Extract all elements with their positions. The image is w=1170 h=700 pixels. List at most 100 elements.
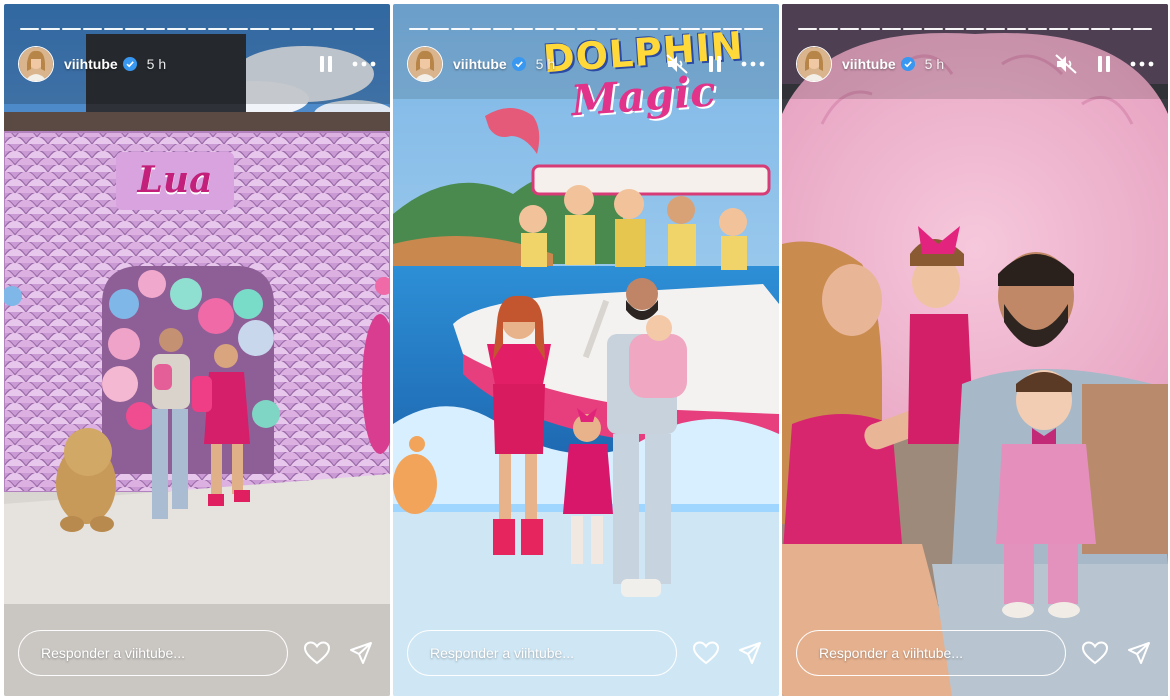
progress-segment <box>1028 28 1048 30</box>
progress-segment <box>471 28 491 30</box>
progress-segment <box>839 28 859 30</box>
avatar[interactable] <box>18 46 54 82</box>
progress-segment <box>944 28 964 30</box>
reply-placeholder: Responder a viihtube... <box>430 645 574 661</box>
verified-icon <box>900 57 915 71</box>
progress-segment <box>492 28 512 30</box>
story-panel-2[interactable]: DOLPHIN Magic viihtube 5 h Responder a v… <box>393 4 779 696</box>
verified-icon <box>511 57 526 71</box>
send-icon[interactable] <box>1124 638 1154 668</box>
avatar[interactable] <box>407 46 443 82</box>
progress-segment <box>576 28 596 30</box>
progress-segment <box>639 28 659 30</box>
progress-segment <box>229 28 249 30</box>
progress-segment <box>61 28 81 30</box>
progress-segment <box>660 28 680 30</box>
progress-segment <box>965 28 985 30</box>
progress-segment <box>555 28 575 30</box>
story-panel-1[interactable]: Lua viihtube 5 h Responder a viihtube... <box>4 4 390 696</box>
story-header: viihtube 5 h <box>796 46 1154 82</box>
heart-icon[interactable] <box>302 638 332 668</box>
progress-segment <box>208 28 228 30</box>
progress-bar <box>20 28 374 30</box>
story-panel-3[interactable]: viihtube 5 h Responder a viihtube... <box>782 4 1168 696</box>
progress-segment <box>82 28 102 30</box>
progress-bar <box>798 28 1152 30</box>
reply-placeholder: Responder a viihtube... <box>819 645 963 661</box>
progress-segment <box>618 28 638 30</box>
mute-icon[interactable] <box>665 52 689 76</box>
progress-segment <box>986 28 1006 30</box>
progress-segment <box>1049 28 1069 30</box>
reply-input[interactable]: Responder a viihtube... <box>796 630 1066 676</box>
story-media-shell-photo <box>782 4 1168 696</box>
progress-segment <box>744 28 763 30</box>
verified-icon <box>122 57 137 71</box>
progress-segment <box>166 28 186 30</box>
progress-segment <box>1091 28 1111 30</box>
progress-segment <box>902 28 922 30</box>
time-ago: 5 h <box>535 56 556 72</box>
progress-segment <box>271 28 291 30</box>
heart-icon[interactable] <box>1080 638 1110 668</box>
progress-segment <box>818 28 838 30</box>
time-ago: 5 h <box>924 56 945 72</box>
reply-input[interactable]: Responder a viihtube... <box>18 630 288 676</box>
progress-segment <box>145 28 165 30</box>
poster-title: DOLPHIN Magic <box>542 23 753 146</box>
more-options-icon[interactable] <box>741 52 765 76</box>
progress-segment <box>334 28 353 30</box>
send-icon[interactable] <box>735 638 765 668</box>
progress-segment <box>103 28 123 30</box>
reply-placeholder: Responder a viihtube... <box>41 645 185 661</box>
story-footer: Responder a viihtube... <box>796 628 1154 678</box>
progress-segment <box>923 28 943 30</box>
heart-icon[interactable] <box>691 638 721 668</box>
avatar[interactable] <box>796 46 832 82</box>
progress-segment <box>124 28 144 30</box>
pause-icon[interactable] <box>703 52 727 76</box>
progress-segment <box>534 28 554 30</box>
progress-segment <box>798 28 817 30</box>
username[interactable]: viihtube <box>64 56 118 72</box>
username[interactable]: viihtube <box>453 56 507 72</box>
progress-segment <box>881 28 901 30</box>
progress-bar <box>409 28 763 30</box>
story-header: viihtube 5 h <box>18 46 376 82</box>
progress-segment <box>681 28 701 30</box>
story-media-birthday-wall <box>4 4 390 696</box>
progress-segment <box>1070 28 1090 30</box>
progress-segment <box>409 28 428 30</box>
story-footer: Responder a viihtube... <box>18 628 376 678</box>
send-icon[interactable] <box>346 638 376 668</box>
progress-segment <box>1112 28 1131 30</box>
time-ago: 5 h <box>146 56 167 72</box>
progress-segment <box>860 28 880 30</box>
progress-segment <box>40 28 60 30</box>
story-header: viihtube 5 h <box>407 46 765 82</box>
progress-segment <box>355 28 374 30</box>
pause-icon[interactable] <box>314 52 338 76</box>
progress-segment <box>250 28 270 30</box>
progress-segment <box>597 28 617 30</box>
pause-icon[interactable] <box>1092 52 1116 76</box>
progress-segment <box>702 28 722 30</box>
story-footer: Responder a viihtube... <box>407 628 765 678</box>
progress-segment <box>723 28 742 30</box>
sign-lua: Lua <box>120 154 230 206</box>
more-options-icon[interactable] <box>352 52 376 76</box>
progress-segment <box>292 28 312 30</box>
progress-segment <box>1007 28 1027 30</box>
more-options-icon[interactable] <box>1130 52 1154 76</box>
username[interactable]: viihtube <box>842 56 896 72</box>
progress-segment <box>20 28 39 30</box>
progress-segment <box>187 28 207 30</box>
progress-segment <box>513 28 533 30</box>
progress-segment <box>429 28 449 30</box>
mute-icon[interactable] <box>1054 52 1078 76</box>
reply-input[interactable]: Responder a viihtube... <box>407 630 677 676</box>
progress-segment <box>1133 28 1152 30</box>
progress-segment <box>450 28 470 30</box>
sign-lua-text: Lua <box>137 159 213 201</box>
progress-segment <box>313 28 333 30</box>
